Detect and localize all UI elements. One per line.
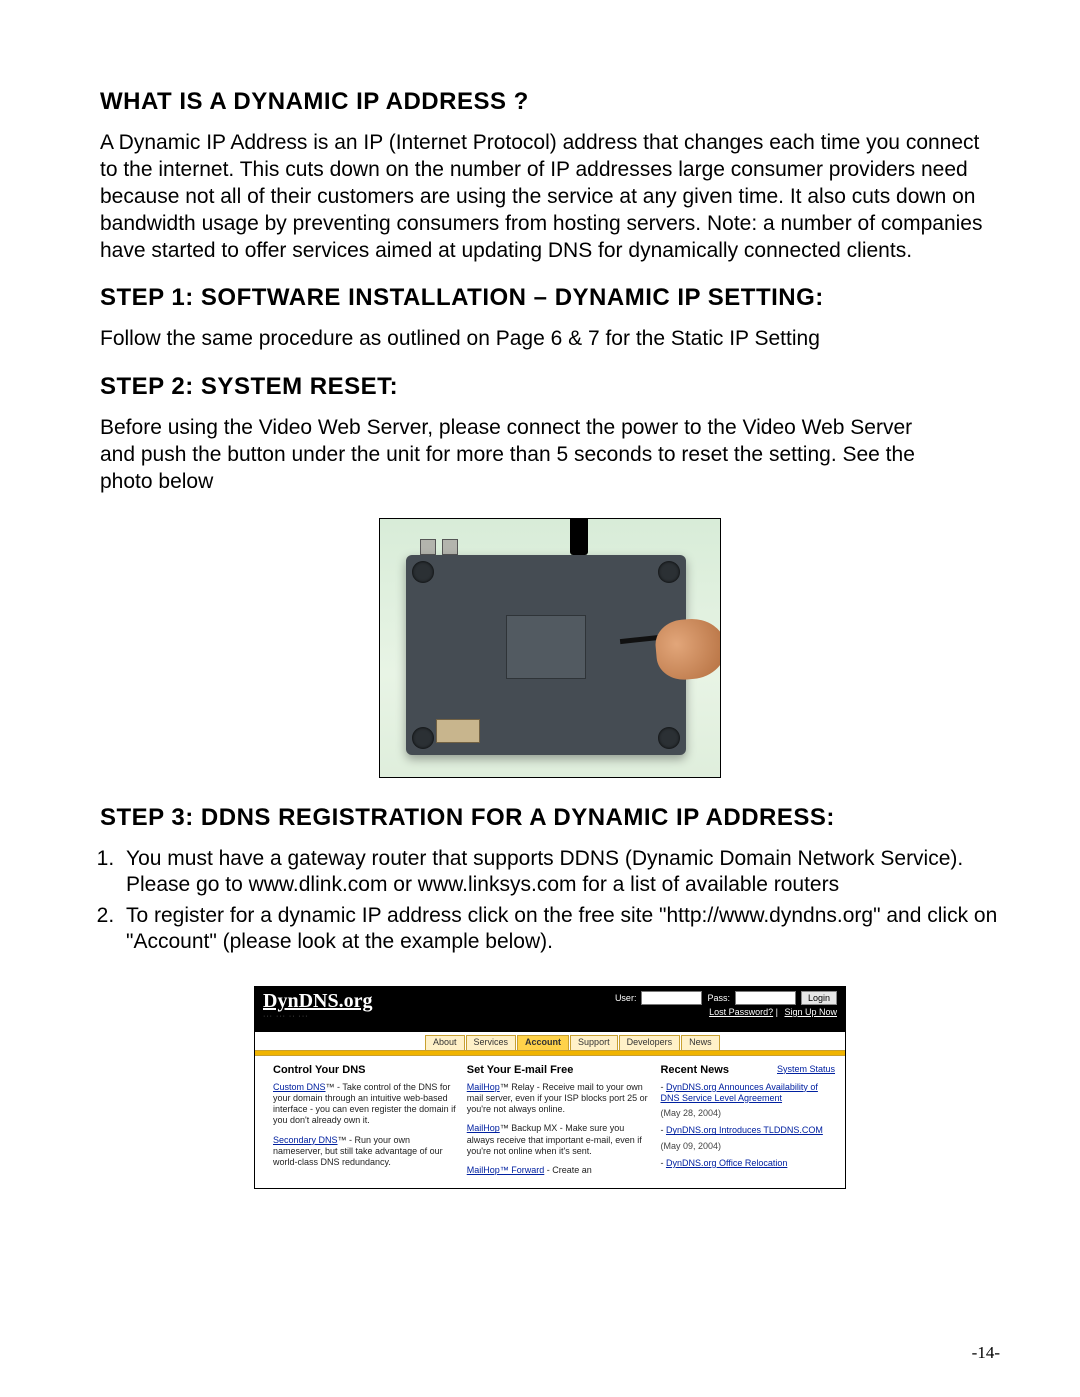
col-paragraph: Secondary DNS™ - Run your own nameserver… — [273, 1135, 457, 1169]
mailhop-backup-link[interactable]: MailHop — [467, 1123, 500, 1133]
col-control-dns: Control Your DNS Custom DNS™ - Take cont… — [273, 1064, 457, 1185]
paragraph-step2: Before using the Video Web Server, pleas… — [100, 415, 920, 496]
news-link[interactable]: DynDNS.org Introduces TLDDNS.COM — [666, 1125, 823, 1135]
step3-list: You must have a gateway router that supp… — [100, 846, 1000, 956]
news-date: (May 09, 2004) — [660, 1141, 835, 1152]
news-date: (May 28, 2004) — [660, 1108, 835, 1119]
device-photo-wrap — [100, 518, 1000, 778]
col-paragraph: Custom DNS™ - Take control of the DNS fo… — [273, 1082, 457, 1127]
col-paragraph: MailHop™ Forward - Create an — [467, 1165, 651, 1176]
dyndns-columns: Control Your DNS Custom DNS™ - Take cont… — [255, 1056, 845, 1189]
col-news: Recent News System Status - DynDNS.org A… — [660, 1064, 835, 1185]
login-button[interactable]: Login — [801, 991, 837, 1005]
tab-services[interactable]: Services — [466, 1035, 517, 1050]
col-heading: Recent News System Status — [660, 1064, 835, 1076]
news-item: - DynDNS.org Introduces TLDDNS.COM — [660, 1125, 835, 1136]
tab-support[interactable]: Support — [570, 1035, 618, 1050]
tab-account[interactable]: Account — [517, 1035, 569, 1050]
heading-step1: STEP 1: SOFTWARE INSTALLATION – DYNAMIC … — [100, 284, 1000, 312]
news-item: - DynDNS.org Announces Availability of D… — [660, 1082, 835, 1105]
tab-news[interactable]: News — [681, 1035, 720, 1050]
mailhop-relay-link[interactable]: MailHop — [467, 1082, 500, 1092]
paragraph-what-is: A Dynamic IP Address is an IP (Internet … — [100, 130, 1000, 264]
secondary-dns-link[interactable]: Secondary DNS — [273, 1135, 338, 1145]
mailhop-forward-link[interactable]: MailHop™ Forward — [467, 1165, 545, 1175]
col-email: Set Your E-mail Free MailHop™ Relay - Re… — [467, 1064, 651, 1185]
lost-password-link[interactable]: Lost Password? — [709, 1007, 773, 1017]
dyndns-screenshot-wrap: DynDNS.org ··· ··· ·· ··· User: Pass: Lo… — [100, 986, 1000, 1190]
dyndns-tabbar: About Services Account Support Developer… — [255, 1031, 845, 1051]
dyndns-screenshot: DynDNS.org ··· ··· ·· ··· User: Pass: Lo… — [254, 986, 846, 1190]
user-label: User: — [615, 993, 637, 1003]
login-links: Lost Password? | Sign Up Now — [705, 1007, 837, 1017]
tab-developers[interactable]: Developers — [619, 1035, 681, 1050]
system-status-link[interactable]: System Status — [777, 1064, 835, 1074]
col-heading: Set Your E-mail Free — [467, 1064, 651, 1076]
custom-dns-link[interactable]: Custom DNS — [273, 1082, 326, 1092]
col-heading: Control Your DNS — [273, 1064, 457, 1076]
heading-what-is: WHAT IS A DYNAMIC IP ADDRESS ? — [100, 88, 1000, 116]
pass-label: Pass: — [707, 993, 730, 1003]
document-page: WHAT IS A DYNAMIC IP ADDRESS ? A Dynamic… — [0, 0, 1080, 1397]
device-photo — [379, 518, 721, 778]
text: - Create an — [544, 1165, 592, 1175]
heading-text: Recent News — [660, 1064, 728, 1076]
dyndns-login-area: User: Pass: Login Lost Password? | Sign … — [615, 991, 837, 1017]
page-number: -14- — [972, 1343, 1000, 1363]
news-item: - DynDNS.org Office Relocation — [660, 1158, 835, 1169]
heading-step2: STEP 2: SYSTEM RESET: — [100, 373, 1000, 401]
dyndns-logo-sub: ··· ··· ·· ··· — [263, 1013, 372, 1020]
dyndns-header: DynDNS.org ··· ··· ·· ··· User: Pass: Lo… — [255, 987, 845, 1031]
list-item: To register for a dynamic IP address cli… — [120, 903, 1000, 956]
dyndns-logo: DynDNS.org — [263, 991, 372, 1011]
tab-about[interactable]: About — [425, 1035, 465, 1050]
news-link[interactable]: DynDNS.org Announces Availability of DNS… — [660, 1082, 817, 1103]
user-input[interactable] — [641, 991, 702, 1005]
news-link[interactable]: DynDNS.org Office Relocation — [666, 1158, 787, 1168]
col-paragraph: MailHop™ Relay - Receive mail to your ow… — [467, 1082, 651, 1116]
list-item: You must have a gateway router that supp… — [120, 846, 1000, 899]
col-paragraph: MailHop™ Backup MX - Make sure you alway… — [467, 1123, 651, 1157]
signup-link[interactable]: Sign Up Now — [784, 1007, 837, 1017]
dyndns-logo-block: DynDNS.org ··· ··· ·· ··· — [263, 991, 372, 1020]
pass-input[interactable] — [735, 991, 796, 1005]
heading-step3: STEP 3: DDNS REGISTRATION FOR A DYNAMIC … — [100, 804, 1000, 832]
paragraph-step1: Follow the same procedure as outlined on… — [100, 326, 1000, 353]
